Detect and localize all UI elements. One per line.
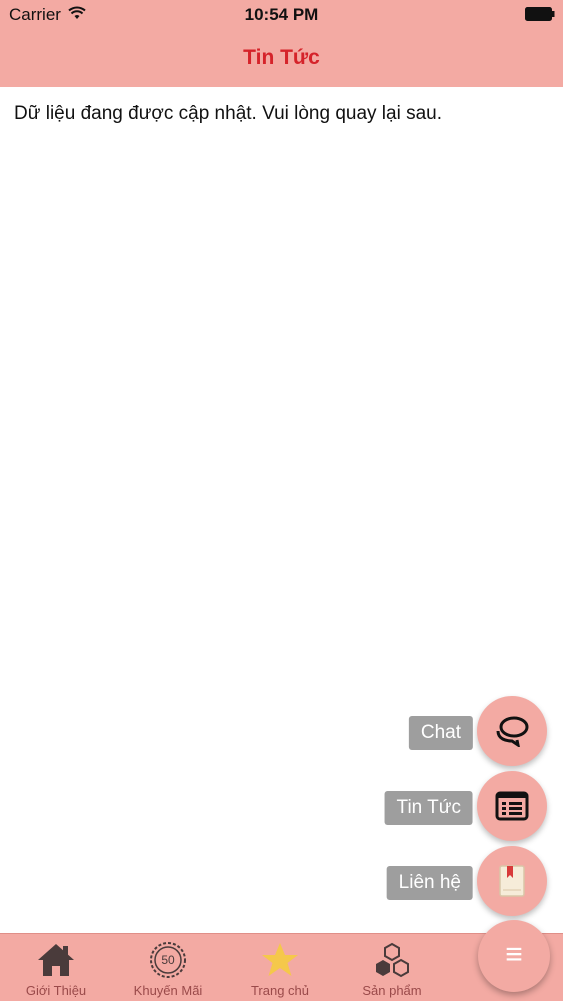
tab-trang-chu[interactable]: Trang chủ — [224, 934, 336, 1001]
page-title: Tin Tức — [243, 46, 320, 69]
tab-label: Trang chủ — [250, 983, 310, 998]
tab-bar: Giới Thiệu 50 Khuyến Mãi Trang chủ Sản p… — [0, 933, 563, 1001]
empty-state-message: Dữ liệu đang được cập nhật. Vui lòng qua… — [14, 103, 443, 124]
bookmark-book-icon — [499, 865, 525, 897]
navigation-bar: Tin Tức — [0, 30, 563, 87]
tab-san-pham[interactable]: Sản phẩm — [336, 934, 448, 1001]
chat-icon — [496, 716, 529, 747]
battery-icon — [525, 7, 555, 21]
menu-fab-button[interactable]: ≡ — [478, 920, 550, 992]
fab-button-news[interactable] — [477, 771, 547, 841]
tab-label: Sản phẩm — [362, 983, 422, 998]
tab-label: Khuyến Mãi — [133, 983, 203, 998]
tab-gioi-thieu[interactable]: Giới Thiệu — [0, 934, 112, 1001]
discount-badge-icon: 50 — [150, 942, 186, 978]
tab-label: Giới Thiệu — [25, 983, 87, 998]
fab-label-chat[interactable]: Chat — [408, 716, 473, 750]
discount-badge-text: 50 — [161, 953, 175, 967]
status-time: 10:54 PM — [244, 5, 319, 24]
fab-label-contact[interactable]: Liên hệ — [386, 866, 473, 900]
home-icon — [38, 944, 74, 976]
fab-button-chat[interactable] — [477, 696, 547, 766]
fab-label-news[interactable]: Tin Tức — [384, 791, 473, 825]
tab-khuyen-mai[interactable]: 50 Khuyến Mãi — [112, 934, 224, 1001]
star-icon — [262, 943, 298, 976]
menu-icon: ≡ — [505, 938, 523, 971]
fab-button-contact[interactable] — [477, 846, 547, 916]
boxes-icon — [376, 942, 409, 978]
news-list-icon — [495, 791, 529, 821]
status-bar: Carrier 10:54 PM — [0, 0, 563, 30]
